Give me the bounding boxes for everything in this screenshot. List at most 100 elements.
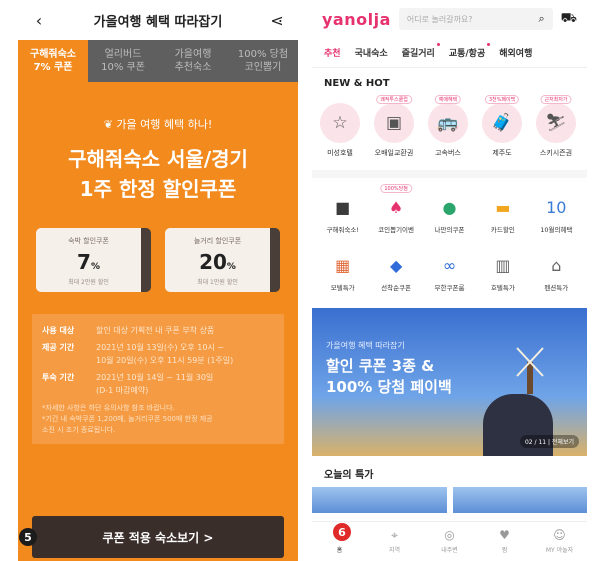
shortcut-item[interactable]: ▥ 호텔특가	[476, 248, 529, 293]
promo-eyebrow: ❦ 가을 여행 혜택 하나!	[18, 116, 298, 132]
coupon-value: 20%	[199, 250, 236, 274]
nav-label: 찜	[501, 547, 508, 554]
tab-item[interactable]: 추천	[324, 46, 341, 59]
hot-item[interactable]: 쾌적투스쿨럽 ▣ 오배일교환권	[370, 95, 418, 158]
tab-item[interactable]: 구해줘숙소 7% 쿠폰	[18, 40, 88, 82]
left-screen: ‹ 가을여행 혜택 따라잡기 ⋖ 구해줘숙소 7% 쿠폰 얼리버드 10% 쿠폰…	[18, 0, 298, 561]
nav-label: 내주변	[441, 547, 458, 554]
shortcut-label: 모텔특가	[330, 284, 355, 292]
new-hot-title: NEW & HOT	[324, 78, 390, 89]
info-notes: *자세한 사항은 하단 유의사항 참조 바랍니다. *기간 내 숙박쿠폰 1,2…	[42, 404, 213, 434]
hot-item[interactable]: 근처최저가 ⛷ 스키시즌권	[532, 95, 580, 158]
tab-item[interactable]: 국내숙소	[355, 46, 388, 59]
promo-headline: 구해줘숙소 서울/경기 1주 한정 할인쿠폰	[68, 147, 248, 201]
shortcut-icon: ●	[442, 197, 457, 217]
nav-icon: ◎	[444, 528, 455, 542]
search-input[interactable]: 어디로 놀러갈까요? ⌕	[398, 8, 553, 30]
shortcut-icon: ▥	[495, 255, 511, 275]
shortcut-item[interactable]: ∞ 무한쿠폰룸	[423, 248, 476, 293]
daily-deals-title: 오늘의 특가	[324, 470, 374, 481]
nav-item[interactable]: ♥ 찜	[477, 522, 532, 561]
nav-icon: ♥	[499, 528, 510, 542]
shortcut-icon: 10	[546, 197, 567, 217]
tab-item[interactable]: 해외여행	[499, 46, 532, 59]
nav-item[interactable]: ⌖ 지역	[367, 522, 422, 561]
shortcut-icon: ♠	[388, 197, 404, 217]
tab-item[interactable]: 얼리버드 10% 쿠폰	[88, 40, 158, 82]
shortcut-grid: ■ 구해줘숙소! 100%당첨 ♠ 코인뽑기이벤 ● 나만의쿠폰 ▬ 카드할인 10 10월의혜택 ▦…	[312, 178, 587, 292]
shortcut-item[interactable]: ⌂ 펜션특가	[530, 248, 583, 293]
hot-item-label: 미성호텔	[327, 149, 353, 157]
nav-label: MY 야놀자	[545, 547, 574, 554]
shortcut-item[interactable]: ● 나만의쿠폰	[423, 190, 476, 235]
coupon-list: 숙박 할인쿠폰 7% 최대 2만원 할인 놀거리 할인쿠폰 20% 최대 1만원…	[18, 228, 298, 292]
shortcut-item[interactable]: ◆ 선착순쿠폰	[369, 248, 422, 293]
coupon-sub: 최대 1만원 할인	[197, 279, 238, 286]
nav-item[interactable]: ☺ MY 야놀자	[532, 522, 587, 561]
search-icon[interactable]: ⌕	[538, 12, 544, 26]
shortcut-icon: ◆	[389, 255, 403, 275]
tab-item[interactable]: 교통/항공	[449, 43, 491, 59]
shortcut-icon: ⌂	[551, 255, 562, 275]
back-icon[interactable]: ‹	[30, 11, 48, 30]
hot-item-label: 제주도	[492, 149, 512, 157]
nav-label: 홈	[336, 547, 343, 554]
yanolja-logo[interactable]: yanolja	[322, 10, 391, 29]
shortcut-label: 코인뽑기이벤	[378, 226, 415, 234]
hot-tag: 3천%페이백	[484, 95, 520, 104]
shortcut-icon: ∞	[442, 255, 457, 275]
shortcut-item[interactable]: 10 10월의혜택	[530, 190, 583, 235]
hot-item-label: 고속버스	[435, 149, 461, 157]
banner-subtitle: 가을여행 혜택 따라잡기	[326, 341, 405, 350]
nav-item[interactable]: ◎ 내주변	[422, 522, 477, 561]
bottom-nav: ⌂홈⌖지역◎내주변♥찜☺MY 야놀자	[312, 521, 587, 561]
coupon-card[interactable]: 숙박 할인쿠폰 7% 최대 2만원 할인	[36, 228, 151, 292]
view-coupon-stays-button[interactable]: 쿠폰 적용 숙소보기 >	[32, 516, 284, 558]
hot-item-icon: ☆	[320, 103, 360, 143]
hot-item[interactable]: ☆ 미성호텔	[316, 95, 364, 158]
hot-item-label: 스키시즌권	[539, 149, 573, 157]
info-row: 투숙 기간 2021년 10월 14일 ~ 11월 30일 (D-1 마감예약)	[42, 373, 214, 395]
coupon-sub: 최대 2만원 할인	[68, 279, 109, 286]
shortcut-label: 나만의쿠폰	[434, 226, 465, 234]
right-screen: yanolja 어디로 놀러갈까요? ⌕ ⛟ 추천 국내숙소 즐길거리 교통/항공 해외…	[312, 0, 587, 561]
left-header: ‹ 가을여행 혜택 따라잡기 ⋖	[18, 0, 298, 40]
daily-deals-strip[interactable]	[312, 487, 587, 513]
info-row: 사용 대상 할인 대상 기획전 내 쿠폰 부착 상품	[42, 326, 215, 335]
share-icon[interactable]: ⋖	[268, 11, 286, 30]
new-dot-icon	[436, 43, 440, 46]
promo-banner[interactable]: 가을여행 혜택 따라잡기 할인 쿠폰 3종 & 100% 당첨 페이백 02 /…	[312, 308, 587, 456]
hot-tag: 쾌적투스쿨럽	[376, 95, 412, 104]
info-row: 제공 기간 2021년 10월 13일(수) 오후 10시 ~ 10월 20일(수…	[42, 343, 234, 365]
hot-item-icon: 🚌	[428, 103, 468, 143]
shortcut-icon: ▬	[495, 197, 511, 217]
hot-item[interactable]: 예매혜택 🚌 고속버스	[424, 95, 472, 158]
app-header: yanolja 어디로 놀러갈까요? ⌕ ⛟	[312, 0, 587, 38]
shortcut-item[interactable]: ▦ 모텔특가	[316, 248, 369, 293]
tab-item[interactable]: 100% 당첨 코인뽑기	[228, 40, 298, 82]
page-title: 가을여행 혜택 따라잡기	[93, 14, 223, 30]
tab-item[interactable]: 가을여행 추천숙소	[158, 40, 228, 82]
banner-pager[interactable]: 02 / 11 | 전체보기	[519, 435, 579, 448]
hot-item[interactable]: 3천%페이백 🧳 제주도	[478, 95, 526, 158]
step-badge-6: 6	[333, 523, 351, 541]
shortcut-item[interactable]: ■ 구해줘숙소!	[316, 190, 369, 235]
tab-item[interactable]: 즐길거리	[402, 43, 440, 59]
coupon-card[interactable]: 놀거리 할인쿠폰 20% 최대 1만원 할인	[165, 228, 280, 292]
hot-item-icon: 🧳	[482, 103, 522, 143]
shortcut-label: 구해줘숙소!	[326, 226, 359, 234]
hot-tag: 예매혜택	[434, 95, 462, 104]
shortcut-icon: ▦	[335, 255, 351, 275]
promo-body: ❦ 가을 여행 혜택 하나! 구해줘숙소 서울/경기 1주 한정 할인쿠폰 숙박…	[18, 82, 298, 561]
shortcut-tag: 100%당첨	[380, 184, 412, 193]
shortcut-item[interactable]: 100%당첨 ♠ 코인뽑기이벤	[369, 184, 422, 234]
shortcut-label: 펜션특가	[544, 284, 569, 292]
shortcut-item[interactable]: ▬ 카드할인	[476, 190, 529, 235]
nav-label: 지역	[388, 547, 401, 554]
shortcut-label: 무한쿠폰룸	[434, 284, 465, 292]
cart-icon[interactable]: ⛟	[561, 11, 577, 28]
coupon-label: 숙박 할인쿠폰	[68, 237, 109, 245]
hot-item-label: 오배일교환권	[374, 149, 414, 157]
eyebrow-text: 가을 여행 혜택 하나!	[116, 118, 213, 131]
hot-item-icon: ▣	[374, 103, 414, 143]
